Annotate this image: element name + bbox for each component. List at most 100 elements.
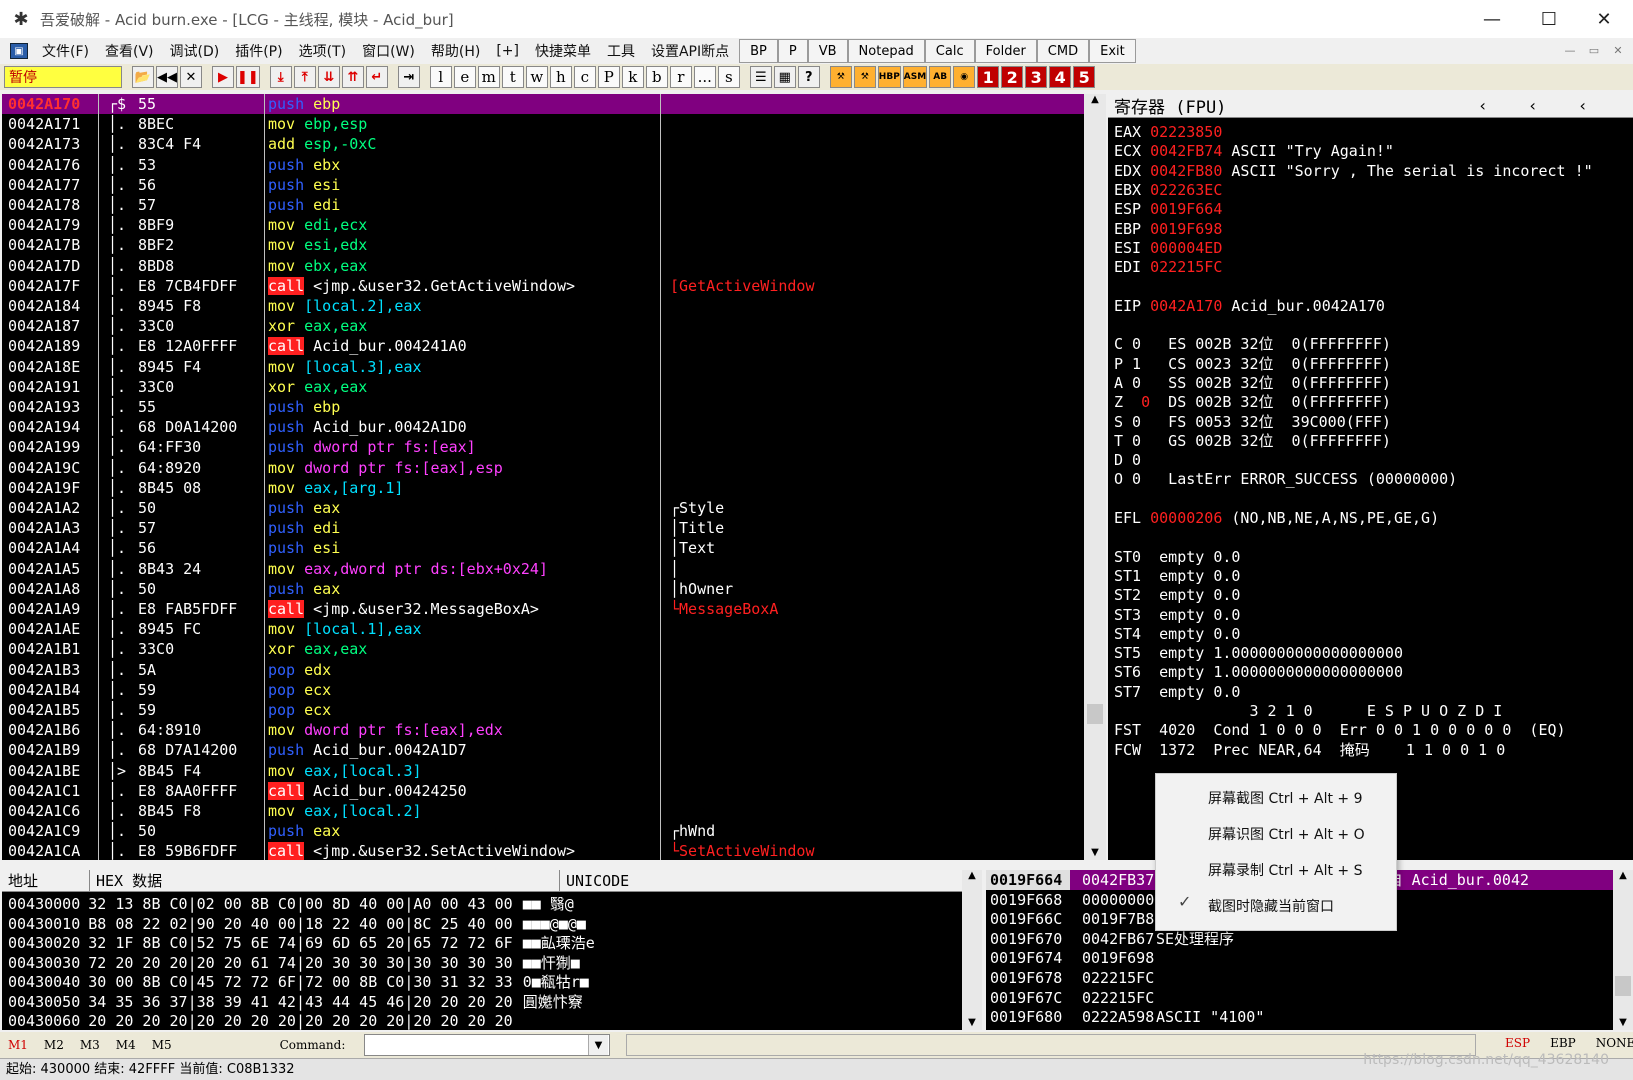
disasm-row[interactable]: 0042A1B1 │. 33C0 xor eax,eax	[2, 639, 1084, 659]
scroll-thumb[interactable]	[1087, 704, 1103, 724]
dump-scrollbar[interactable]: ▲ ▼	[962, 870, 982, 1030]
disasm-row[interactable]: 0042A193 │. 55 push ebp	[2, 397, 1084, 417]
scroll-down-icon[interactable]: ▼	[962, 1017, 982, 1028]
register-line[interactable]: A 0 SS 002B 32位 0(FFFFFFFF)	[1114, 373, 1391, 393]
list-icon[interactable]: ☰	[749, 66, 772, 88]
register-line[interactable]: P 1 CS 0023 32位 0(FFFFFFFF)	[1114, 354, 1391, 374]
register-line[interactable]: ESI 000004ED	[1114, 238, 1222, 258]
disasm-row[interactable]: 0042A17D │. 8BD8 mov ebx,eax	[2, 256, 1084, 276]
open-icon[interactable]: 📂	[132, 66, 154, 88]
disasm-row[interactable]: 0042A17B │. 8BF2 mov esi,edx	[2, 235, 1084, 255]
disassembly-pane[interactable]: 0042A170 ┌$ 55 push ebp 0042A171 │. 8BEC mov eb…	[2, 94, 1084, 860]
scroll-down-icon[interactable]: ▼	[1613, 1017, 1633, 1028]
register-line[interactable]: FCW 1372 Prec NEAR,64 掩码 1 1 0 0 1 0	[1114, 740, 1505, 760]
register-line[interactable]: ST2 empty 0.0	[1114, 585, 1240, 605]
disasm-row[interactable]: 0042A1B5 │. 59 pop ecx	[2, 700, 1084, 720]
menu-item[interactable]: 帮助(H)	[423, 41, 488, 61]
trace-into-icon[interactable]: ⇊	[317, 66, 340, 88]
plugin-button[interactable]: VB	[807, 39, 848, 63]
disasm-row[interactable]: 0042A17F │. E8 7CB4FDFF call <jmp.&user32.G…	[2, 276, 1084, 296]
disasm-row[interactable]: 0042A177 │. 56 push esi	[2, 175, 1084, 195]
menu-item[interactable]: 选项(T)	[291, 41, 354, 61]
menu-item[interactable]: 文件(F)	[34, 41, 97, 61]
disasm-row[interactable]: 0042A1A5 │. 8B43 24 mov eax,dword ptr ds:[e…	[2, 559, 1084, 579]
window-button-h[interactable]: h	[549, 66, 572, 88]
plugin-b-icon[interactable]: ⚒	[853, 66, 876, 88]
execute-till-return-icon[interactable]: ↵	[365, 66, 388, 88]
disasm-row[interactable]: 0042A194 │. 68 D0A14200 push Acid_bur.0042A…	[2, 417, 1084, 437]
menu-item[interactable]: 调试(D)	[162, 41, 228, 61]
scroll-up-icon[interactable]: ▲	[1084, 94, 1106, 105]
register-line[interactable]: ST3 empty 0.0	[1114, 605, 1240, 625]
menu-item[interactable]: 查看(V)	[97, 41, 162, 61]
context-menu-item[interactable]: 屏幕识图 Ctrl + Alt + O	[1208, 824, 1365, 844]
window-button-...[interactable]: ...	[693, 66, 716, 88]
help-icon[interactable]: ?	[797, 66, 820, 88]
mark-m5-button[interactable]: M5	[144, 1038, 180, 1052]
menu-item[interactable]: 快捷菜单	[527, 41, 599, 61]
command-dropdown-icon[interactable]: ▼	[588, 1035, 608, 1055]
dump-row[interactable]: 00430030 72 20 20 20|20 20 61 74|20 30 30…	[8, 953, 580, 973]
menu-item[interactable]: 插件(P)	[227, 41, 290, 61]
window-button-m[interactable]: m	[477, 66, 500, 88]
register-line[interactable]: ST0 empty 0.0	[1114, 547, 1240, 567]
register-line[interactable]: O 0 LastErr ERROR_SUCCESS (00000000)	[1114, 469, 1457, 489]
register-line[interactable]: EAX 02223850	[1114, 122, 1222, 142]
dump-row[interactable]: 00430020 32 1F 8B C0|52 75 6E 74|69 6D 65…	[8, 933, 595, 953]
pause-icon[interactable]: ❚❚	[236, 66, 260, 88]
dump-header-text[interactable]: UNICODE	[560, 870, 970, 891]
menu-item[interactable]: 工具	[599, 41, 643, 61]
mark-m4-button[interactable]: M4	[108, 1038, 144, 1052]
disasm-row[interactable]: 0042A1A3 │. 57 push edi │Title	[2, 518, 1084, 538]
plugin-asm-button[interactable]: ASM	[902, 66, 928, 88]
rewind-icon[interactable]: ◀◀	[156, 66, 178, 88]
scroll-thumb[interactable]	[1615, 976, 1631, 996]
disasm-row[interactable]: 0042A189 │. E8 12A0FFFF call Acid_bur.00424…	[2, 336, 1084, 356]
register-line[interactable]: Z 0 DS 002B 32位 0(FFFFFFFF)	[1114, 392, 1391, 412]
plugin-button[interactable]: CMD	[1036, 39, 1090, 63]
close-icon[interactable]: ✕	[180, 66, 202, 88]
plugin-button[interactable]: Calc	[924, 39, 975, 63]
plugin-button[interactable]: Notepad	[847, 39, 925, 63]
register-line[interactable]: EFL 00000206 (NO,NB,NE,A,NS,PE,GE,G)	[1114, 508, 1439, 528]
left-arrow-icon[interactable]: ‹	[1578, 96, 1588, 115]
register-line[interactable]: S 0 FS 0053 32位 39C000(FFF)	[1114, 412, 1391, 432]
dump-header-hex[interactable]: HEX 数据	[90, 870, 560, 891]
disasm-row[interactable]: 0042A173 │. 83C4 F4 add esp,-0xC	[2, 134, 1084, 154]
dump-row[interactable]: 00430040 30 00 8B C0|45 72 72 6F|72 00 8B…	[8, 972, 589, 992]
disasm-row[interactable]: 0042A1AE │. 8945 FC mov [local.1],eax	[2, 619, 1084, 639]
scroll-up-icon[interactable]: ▲	[1613, 870, 1633, 881]
plugin-button[interactable]: P	[777, 39, 808, 63]
window-button-P[interactable]: P	[597, 66, 620, 88]
window-button-e[interactable]: e	[453, 66, 476, 88]
dump-row[interactable]: 00430000 32 13 8B C0|02 00 8B C0|00 8D 40…	[8, 894, 574, 914]
mark-m2-button[interactable]: M2	[36, 1038, 72, 1052]
flag-none-button[interactable]: NONE	[1596, 1036, 1633, 1050]
flag-esp-button[interactable]: ESP	[1505, 1036, 1530, 1050]
window-button-k[interactable]: k	[621, 66, 644, 88]
mark-m3-button[interactable]: M3	[72, 1038, 108, 1052]
register-line[interactable]: C 0 ES 002B 32位 0(FFFFFFFF)	[1114, 334, 1391, 354]
left-arrow-icon[interactable]: ‹	[1478, 96, 1488, 115]
disasm-row[interactable]: 0042A191 │. 33C0 xor eax,eax	[2, 377, 1084, 397]
minimize-button[interactable]: —	[1463, 0, 1521, 38]
register-line[interactable]	[1114, 489, 1123, 509]
slot-3-button[interactable]: 3	[1025, 66, 1048, 88]
trace-over-icon[interactable]: ⇈	[341, 66, 364, 88]
register-line[interactable]	[1114, 315, 1123, 335]
register-line[interactable]: EDI 022215FC	[1114, 257, 1222, 277]
register-line[interactable]: ST7 empty 0.0	[1114, 682, 1240, 702]
window-button-t[interactable]: t	[501, 66, 524, 88]
step-into-icon[interactable]: ⤓	[269, 66, 292, 88]
window-button-w[interactable]: w	[525, 66, 548, 88]
disasm-row[interactable]: 0042A19F │. 8B45 08 mov eax,[arg.1]	[2, 478, 1084, 498]
registers-pane[interactable]: 寄存器 (FPU) ‹ ‹ ‹ EAX 02223850 ECX 0042FB74…	[1108, 94, 1633, 860]
command-input[interactable]	[364, 1034, 610, 1056]
register-line[interactable]: T 0 GS 002B 32位 0(FFFFFFFF)	[1114, 431, 1391, 451]
disasm-col-divider[interactable]	[660, 94, 661, 860]
mdi-minimize-icon[interactable]: —	[1560, 44, 1580, 57]
mdi-restore-icon[interactable]: ▭	[1584, 44, 1604, 57]
app-menu-icon[interactable]: ▣	[10, 43, 28, 59]
disasm-row[interactable]: 0042A1BE │> 8B45 F4 mov eax,[local.3]	[2, 761, 1084, 781]
disasm-row[interactable]: 0042A1CA │. E8 59B6FDFF call <jmp.&user32.S…	[2, 841, 1084, 860]
